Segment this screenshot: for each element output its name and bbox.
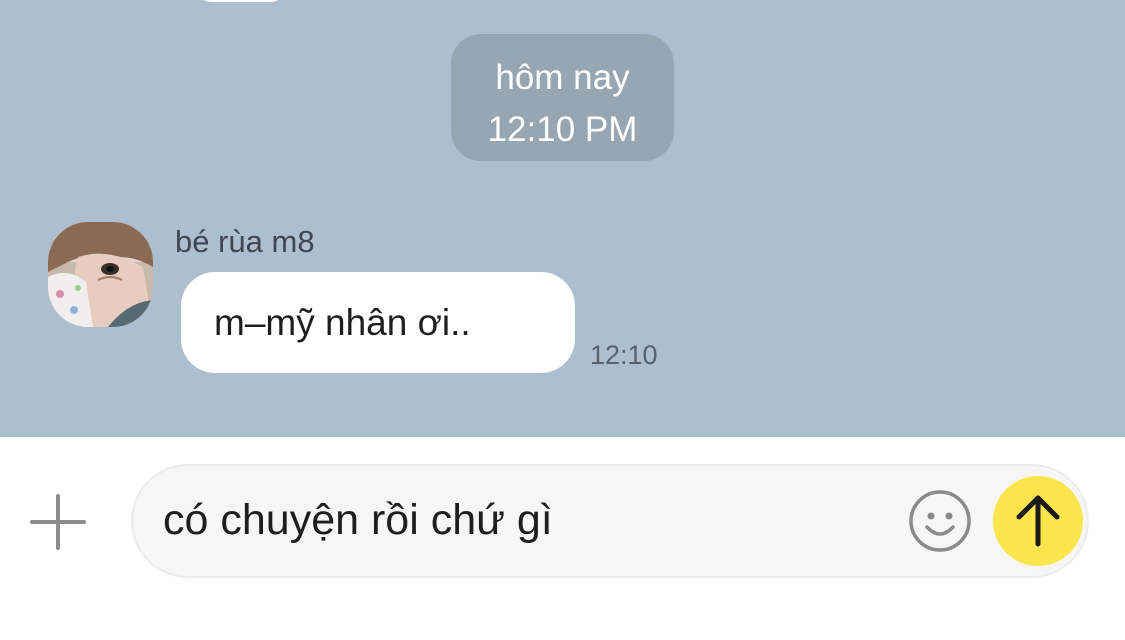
plus-icon [30,494,86,550]
emoji-button[interactable] [908,489,972,553]
previous-message-bubble[interactable] [198,0,284,2]
message-timestamp: 12:10 [590,340,658,370]
attach-button[interactable] [30,494,86,550]
message-bubble[interactable]: m–mỹ nhân ơi.. [181,272,575,373]
avatar[interactable] [48,222,153,327]
avatar-photo [48,222,153,327]
sender-name: bé rùa m8 [175,224,315,259]
date-separator: hôm nay 12:10 PM [451,34,674,161]
date-separator-day: hôm nay [495,58,630,97]
smiley-icon [909,490,971,552]
message-input-value[interactable]: có chuyện rồi chứ gì [163,496,553,545]
message-text: m–mỹ nhân ơi.. [214,302,471,343]
date-separator-time: 12:10 PM [487,110,638,149]
arrow-up-icon [1016,495,1060,547]
chat-area[interactable]: hôm nay 12:10 PM bé rùa m8 m–mỹ nhân ơi.… [0,0,1125,437]
send-button[interactable] [993,476,1083,566]
